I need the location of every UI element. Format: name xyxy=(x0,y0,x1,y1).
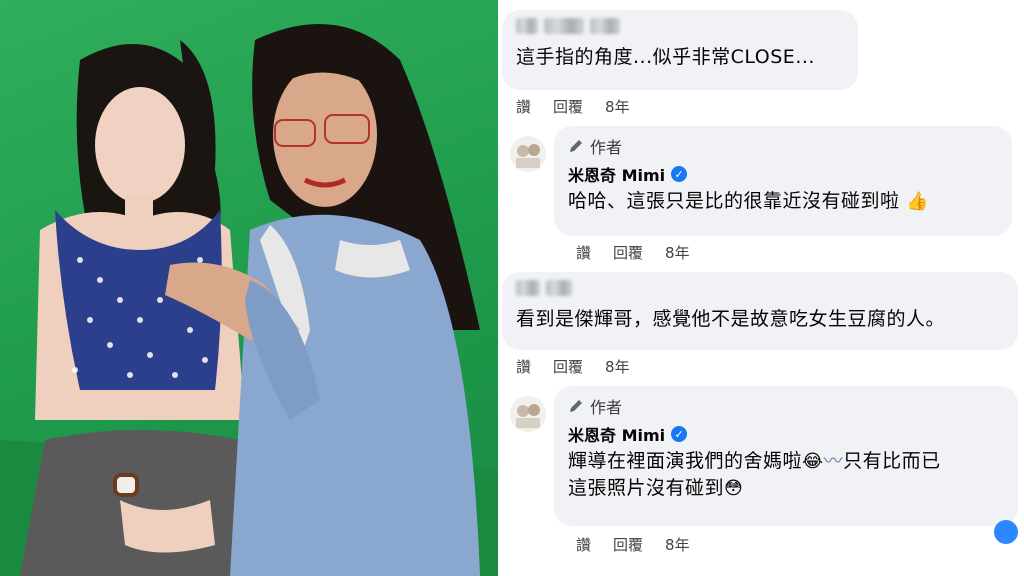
reply-text-line1: 輝導在裡面演我們的舍媽啦 xyxy=(568,450,803,472)
like-button[interactable]: 讚 xyxy=(576,534,591,555)
comment-author-blurred[interactable] xyxy=(516,280,1004,296)
like-button[interactable]: 讚 xyxy=(576,242,591,263)
comment-author[interactable]: 米恩奇 Mimi ✓ xyxy=(568,162,998,186)
comment-actions: 讚 回覆 8年 xyxy=(516,96,630,117)
reply-text: 哈哈、這張只是比的很靠近沒有碰到啦 👍 xyxy=(568,188,998,215)
photo-illustration xyxy=(0,24,498,576)
author-tag: 作者 xyxy=(568,134,998,158)
timestamp[interactable]: 8年 xyxy=(665,242,690,263)
verified-badge-icon: ✓ xyxy=(671,426,688,442)
pen-icon xyxy=(570,140,582,152)
pen-icon xyxy=(570,400,582,412)
reply-text-line1-tail: 只有比而已 xyxy=(843,450,941,472)
timestamp[interactable]: 8年 xyxy=(605,356,630,377)
comment-author[interactable]: 米恩奇 Mimi ✓ xyxy=(568,422,1004,446)
comments-panel: 這手指的角度...似乎非常CLOSE... 讚 回覆 8年 作者 米恩奇 Mim… xyxy=(498,0,1024,576)
author-tag-label: 作者 xyxy=(590,138,623,157)
reply-button[interactable]: 回覆 xyxy=(613,534,643,555)
author-tag-label: 作者 xyxy=(590,398,623,417)
comment-bubble: 看到是傑輝哥，感覺他不是故意吃女生豆腐的人。 xyxy=(502,272,1018,350)
reply-bubble: 作者 米恩奇 Mimi ✓ 輝導在裡面演我們的舍媽啦😂〰只有比而已 這張照片沒有… xyxy=(554,386,1018,526)
reply-text-content: 哈哈、這張只是比的很靠近沒有碰到啦 xyxy=(568,190,900,212)
reply-actions: 讚 回覆 8年 xyxy=(576,242,690,263)
photo xyxy=(0,0,498,576)
verified-badge-icon: ✓ xyxy=(671,166,688,182)
reply-button[interactable]: 回覆 xyxy=(553,356,583,377)
author-tag: 作者 xyxy=(568,394,1004,418)
comment-author-blurred[interactable] xyxy=(516,18,844,34)
comment-text: 這手指的角度...似乎非常CLOSE... xyxy=(516,46,815,68)
reply-text-line2: 這張照片沒有碰到 xyxy=(568,477,725,499)
wave-emoji-icon: 〰 xyxy=(823,450,844,472)
avatar[interactable] xyxy=(510,136,546,172)
reply-text-line2-row: 這張照片沒有碰到😳 xyxy=(568,475,1004,502)
laughing-emoji-icon: 😂 xyxy=(802,451,824,472)
reply-bubble: 作者 米恩奇 Mimi ✓ 哈哈、這張只是比的很靠近沒有碰到啦 👍 xyxy=(554,126,1012,236)
comment-actions: 讚 回覆 8年 xyxy=(516,356,630,377)
reply-text: 輝導在裡面演我們的舍媽啦😂〰只有比而已 xyxy=(568,448,1004,475)
comment-bubble: 這手指的角度...似乎非常CLOSE... xyxy=(502,10,858,90)
reply-button[interactable]: 回覆 xyxy=(613,242,643,263)
comment-text: 看到是傑輝哥，感覺他不是故意吃女生豆腐的人。 xyxy=(516,308,946,330)
avatar[interactable] xyxy=(510,396,546,432)
thumbs-up-emoji-icon: 👍 xyxy=(906,191,929,212)
reply-button[interactable]: 回覆 xyxy=(553,96,583,117)
reaction-icon[interactable] xyxy=(994,520,1018,544)
author-name[interactable]: 米恩奇 Mimi xyxy=(568,422,665,446)
reply-actions: 讚 回覆 8年 xyxy=(576,534,690,555)
like-button[interactable]: 讚 xyxy=(516,96,531,117)
timestamp[interactable]: 8年 xyxy=(665,534,690,555)
author-name[interactable]: 米恩奇 Mimi xyxy=(568,162,665,186)
timestamp[interactable]: 8年 xyxy=(605,96,630,117)
like-button[interactable]: 讚 xyxy=(516,356,531,377)
flushed-emoji-icon: 😳 xyxy=(724,478,744,499)
